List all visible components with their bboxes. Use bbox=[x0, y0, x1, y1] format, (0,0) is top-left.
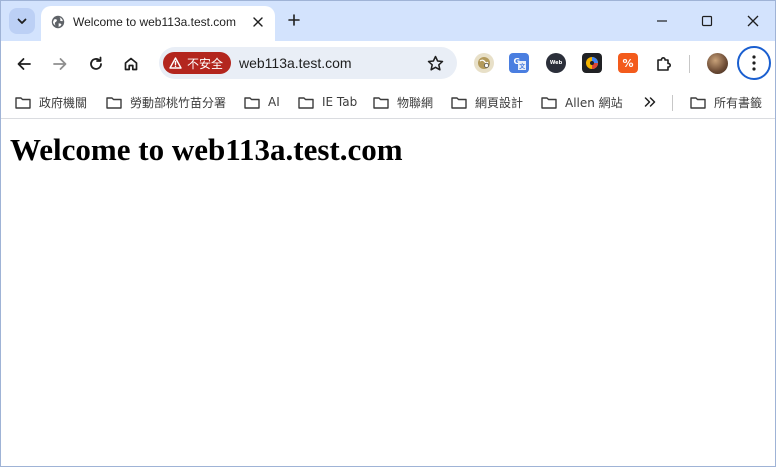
bookmarks-divider bbox=[672, 95, 673, 111]
security-label: 不安全 bbox=[187, 56, 224, 71]
color-wheel-glyph bbox=[586, 57, 598, 69]
bookmark-folder-labor[interactable]: 勞動部桃竹苗分署 bbox=[106, 93, 226, 111]
toolbar: 不安全 web113a.test.com G文 Web % bbox=[1, 41, 775, 85]
bookmark-label: AI bbox=[268, 95, 280, 109]
percent-extension-icon[interactable]: % bbox=[618, 53, 638, 73]
reload-icon bbox=[90, 56, 102, 70]
double-chevron-right-icon bbox=[644, 97, 656, 107]
tab-search-button[interactable] bbox=[9, 8, 35, 34]
extensions-button[interactable] bbox=[652, 52, 676, 76]
address-bar[interactable]: 不安全 web113a.test.com bbox=[159, 47, 457, 79]
maximize-button[interactable] bbox=[695, 9, 719, 33]
close-window-button[interactable] bbox=[741, 9, 765, 33]
home-button[interactable] bbox=[119, 52, 143, 76]
extension-globe-icon[interactable] bbox=[474, 53, 494, 73]
globe-icon bbox=[51, 15, 65, 29]
bookmark-folder-gov[interactable]: 政府機關 bbox=[15, 93, 87, 111]
bookmark-folder-allen[interactable]: Allen 網站 bbox=[541, 93, 623, 111]
maximize-icon bbox=[701, 15, 713, 27]
chevron-down-icon bbox=[17, 18, 27, 24]
folder-icon bbox=[373, 96, 389, 109]
google-translate-extension-icon[interactable]: G文 bbox=[509, 53, 529, 73]
percent-glyph: % bbox=[622, 56, 634, 70]
all-bookmarks-label: 所有書籤 bbox=[714, 95, 763, 110]
bookmark-folder-webdesign[interactable]: 網頁設計 bbox=[451, 93, 523, 111]
plus-icon bbox=[288, 14, 300, 26]
arrow-left-icon bbox=[17, 58, 31, 70]
arrow-right-icon bbox=[53, 58, 67, 70]
kebab-menu-icon bbox=[752, 55, 756, 71]
bookmark-label: 勞動部桃竹苗分署 bbox=[130, 95, 227, 110]
all-bookmarks-folder[interactable]: 所有書籤 bbox=[690, 93, 762, 111]
back-button[interactable] bbox=[12, 52, 36, 76]
web-extension-glyph: Web bbox=[549, 60, 563, 66]
puzzle-icon bbox=[657, 57, 671, 71]
minimize-button[interactable] bbox=[650, 9, 674, 33]
tab-strip: Welcome to web113a.test.com bbox=[1, 1, 775, 41]
toolbar-divider bbox=[689, 55, 690, 73]
bookmark-folder-ai[interactable]: AI bbox=[244, 93, 280, 111]
home-icon bbox=[124, 57, 138, 71]
folder-icon bbox=[690, 96, 706, 109]
close-icon bbox=[253, 17, 263, 27]
extension-globe-glyph bbox=[478, 57, 490, 69]
bookmark-label: Allen 網站 bbox=[565, 95, 623, 110]
bookmark-label: 物聯網 bbox=[397, 95, 434, 110]
page-content: Welcome to web113a.test.com bbox=[1, 120, 775, 466]
bookmark-folder-ietab[interactable]: IE Tab bbox=[298, 93, 357, 111]
web-extension-icon[interactable]: Web bbox=[546, 53, 566, 73]
forward-button[interactable] bbox=[48, 52, 72, 76]
url-text[interactable]: web113a.test.com bbox=[239, 55, 352, 71]
close-icon bbox=[747, 15, 759, 27]
folder-icon bbox=[106, 96, 122, 109]
bookmarks-overflow-button[interactable] bbox=[641, 94, 659, 110]
tab-close-button[interactable] bbox=[249, 13, 267, 31]
tab-title: Welcome to web113a.test.com bbox=[73, 15, 236, 29]
folder-icon bbox=[244, 96, 260, 109]
folder-icon bbox=[298, 96, 314, 109]
page-heading: Welcome to web113a.test.com bbox=[10, 132, 403, 167]
translate-glyph: G文 bbox=[512, 56, 526, 70]
folder-icon bbox=[15, 96, 31, 109]
bookmark-label: 政府機關 bbox=[39, 95, 88, 110]
bookmark-label: IE Tab bbox=[322, 95, 358, 109]
bookmarks-bar: 政府機關 勞動部桃竹苗分署 AI IE Tab 物聯網 網頁設計 Allen 網… bbox=[1, 85, 775, 119]
warning-triangle-icon bbox=[169, 57, 182, 69]
bookmark-label: 網頁設計 bbox=[475, 95, 524, 110]
not-secure-badge[interactable]: 不安全 bbox=[163, 52, 231, 74]
folder-icon bbox=[451, 96, 467, 109]
color-picker-extension-icon[interactable] bbox=[582, 53, 602, 73]
star-icon bbox=[427, 55, 443, 71]
browser-menu-button[interactable] bbox=[737, 46, 771, 80]
browser-window: Welcome to web113a.test.com 不安全 web113a.… bbox=[0, 0, 776, 467]
svg-text:文: 文 bbox=[518, 63, 526, 71]
active-tab[interactable]: Welcome to web113a.test.com bbox=[41, 6, 275, 41]
bookmark-star-button[interactable] bbox=[425, 53, 445, 73]
folder-icon bbox=[541, 96, 557, 109]
bookmark-folder-iot[interactable]: 物聯網 bbox=[373, 93, 433, 111]
reload-button[interactable] bbox=[84, 52, 108, 76]
new-tab-button[interactable] bbox=[284, 10, 304, 30]
minimize-icon bbox=[657, 20, 667, 22]
profile-avatar[interactable] bbox=[707, 53, 728, 74]
